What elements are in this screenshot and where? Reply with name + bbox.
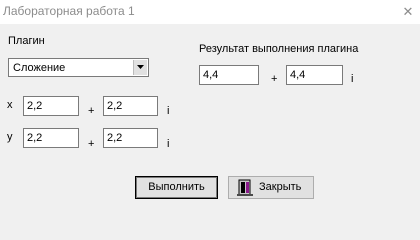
x-imag-field[interactable]: 2,2: [103, 96, 158, 116]
app-window: Лабораторная работа 1 ✕ Плагин Сложение …: [0, 0, 420, 219]
window-title: Лабораторная работа 1: [3, 4, 135, 18]
x-label: x: [7, 99, 13, 111]
chevron-down-icon[interactable]: [133, 60, 147, 75]
result-real-field[interactable]: 4,4: [199, 65, 259, 85]
y-real-field[interactable]: 2,2: [23, 128, 79, 148]
close-button-label: Закрыть: [259, 181, 302, 193]
y-imag-field[interactable]: 2,2: [103, 128, 158, 148]
plugin-selected-value: Сложение: [13, 62, 66, 74]
close-button[interactable]: Закрыть: [228, 176, 314, 199]
result-label: Результат выполнения плагина: [199, 43, 359, 55]
result-imag-field[interactable]: 4,4: [286, 65, 343, 85]
y-plus-sign: +: [88, 138, 95, 150]
door-exit-icon: [237, 179, 253, 204]
x-imag-unit: i: [167, 105, 170, 117]
x-real-field[interactable]: 2,2: [23, 96, 79, 116]
y-imag-unit: i: [167, 138, 170, 150]
x-plus-sign: +: [88, 105, 95, 117]
title-bar: Лабораторная работа 1 ✕: [0, 0, 420, 24]
result-plus-sign: +: [271, 73, 278, 85]
run-button[interactable]: Выполнить: [135, 176, 218, 199]
y-label: y: [7, 131, 13, 143]
window-close-icon[interactable]: ✕: [400, 4, 416, 20]
result-imag-unit: i: [351, 73, 354, 85]
plugin-label: Плагин: [8, 35, 45, 47]
run-button-label: Выполнить: [148, 181, 205, 193]
plugin-select[interactable]: Сложение: [8, 58, 149, 77]
